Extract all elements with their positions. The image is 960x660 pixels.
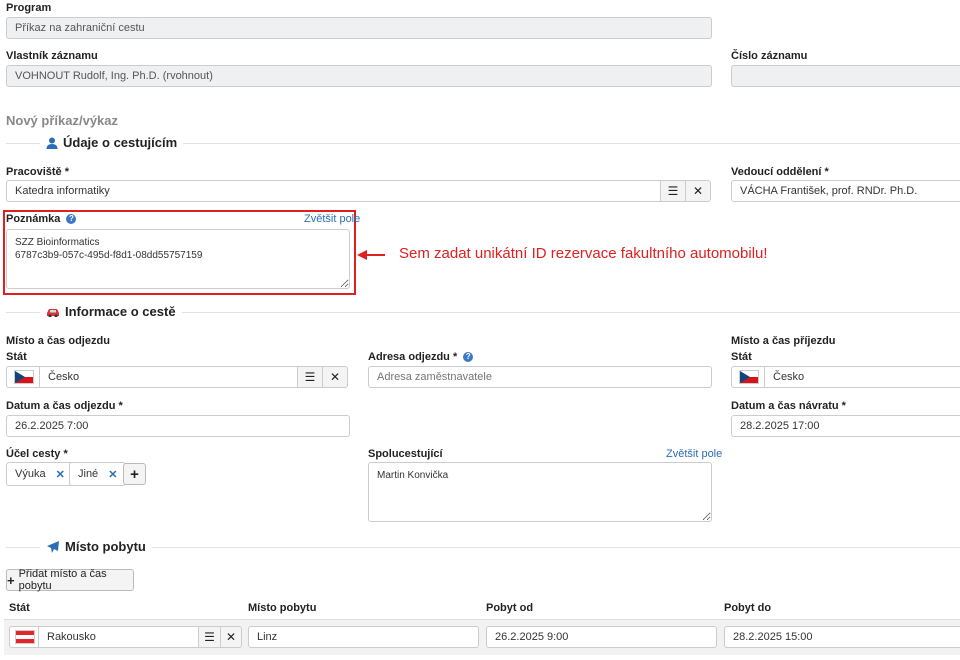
departure-country-field[interactable]: Česko bbox=[39, 366, 298, 388]
plus-icon: + bbox=[7, 572, 15, 588]
column-header: Místo pobytu bbox=[248, 602, 317, 614]
add-stay-button[interactable]: + Přidat místo a čas pobytu bbox=[6, 568, 134, 592]
companions-expand-link[interactable]: Zvětšit pole bbox=[666, 448, 722, 460]
stay-country-list-button[interactable]: ☰ bbox=[198, 626, 221, 648]
close-icon: ✕ bbox=[692, 184, 704, 198]
help-icon[interactable]: ? bbox=[463, 352, 474, 363]
stay-country-clear-button[interactable]: ✕ bbox=[220, 626, 242, 648]
note-textarea[interactable] bbox=[6, 229, 350, 289]
traveler-section-title: Údaje o cestujícím bbox=[40, 135, 184, 150]
owner-field: VOHNOUT Rudolf, Ing. Ph.D. (rvohnout) bbox=[6, 65, 712, 87]
program-label: Program bbox=[6, 2, 52, 14]
list-icon: ☰ bbox=[204, 630, 215, 644]
flag-box bbox=[731, 366, 765, 388]
airplane-icon bbox=[46, 540, 60, 554]
traveler-section-label: Údaje o cestujícím bbox=[63, 135, 178, 150]
department-label: Pracoviště * bbox=[6, 166, 69, 178]
head-field[interactable]: VÁCHA František, prof. RNDr. Ph.D. bbox=[731, 180, 960, 202]
czech-flag-icon bbox=[13, 370, 34, 384]
arrival-datetime-field[interactable]: 28.2.2025 17:00 bbox=[731, 415, 960, 437]
department-list-button[interactable]: ☰ bbox=[660, 180, 686, 202]
stay-section-label: Místo pobytu bbox=[65, 539, 146, 554]
arrival-datetime-label: Datum a čas návratu * bbox=[731, 400, 846, 412]
close-icon: ✕ bbox=[329, 370, 341, 384]
user-icon bbox=[46, 137, 58, 149]
program-field: Příkaz na zahraniční cestu bbox=[6, 17, 712, 39]
column-header: Stát bbox=[9, 602, 30, 614]
record-number-field bbox=[731, 65, 960, 87]
owner-label: Vlastník záznamu bbox=[6, 50, 98, 62]
trip-section-title: Informace o cestě bbox=[40, 304, 182, 319]
list-icon: ☰ bbox=[304, 370, 316, 384]
purpose-tag: Jiné ✕ bbox=[69, 462, 127, 486]
czech-flag-icon bbox=[738, 370, 759, 384]
department-clear-button[interactable]: ✕ bbox=[685, 180, 711, 202]
departure-country-list-button[interactable]: ☰ bbox=[297, 366, 323, 388]
annotation-text: Sem zadat unikátní ID rezervace fakultní… bbox=[399, 245, 768, 262]
stay-place-field[interactable]: Linz bbox=[248, 626, 479, 648]
departure-country-label: Stát bbox=[6, 351, 27, 363]
arrival-country-label: Stát bbox=[731, 351, 752, 363]
departure-datetime-label: Datum a čas odjezdu * bbox=[6, 400, 123, 412]
column-header: Pobyt do bbox=[724, 602, 772, 614]
arrival-group-label: Místo a čas příjezdu bbox=[731, 335, 836, 347]
companions-label: Spolucestující bbox=[368, 448, 443, 460]
car-icon bbox=[46, 307, 60, 317]
stay-country-field[interactable]: Rakousko bbox=[38, 626, 201, 648]
plus-icon: + bbox=[130, 465, 139, 483]
departure-country-clear-button[interactable]: ✕ bbox=[322, 366, 348, 388]
note-label: Poznámka? bbox=[6, 213, 77, 225]
departure-datetime-field[interactable]: 26.2.2025 7:00 bbox=[6, 415, 350, 437]
arrival-country-field[interactable]: Česko bbox=[764, 366, 960, 388]
remove-tag-icon[interactable]: ✕ bbox=[56, 468, 65, 481]
help-icon[interactable]: ? bbox=[66, 214, 77, 225]
column-header: Pobyt od bbox=[486, 602, 534, 614]
departure-address-label: Adresa odjezdu *? bbox=[368, 351, 474, 363]
new-order-heading: Nový příkaz/výkaz bbox=[6, 113, 119, 128]
add-purpose-button[interactable]: + bbox=[123, 463, 146, 485]
departure-group-label: Místo a čas odjezdu bbox=[6, 335, 110, 347]
flag-box bbox=[6, 366, 40, 388]
add-stay-label: Přidat místo a čas pobytu bbox=[18, 568, 107, 592]
purpose-label: Účel cesty * bbox=[6, 448, 68, 460]
companions-textarea[interactable] bbox=[368, 462, 712, 522]
close-icon: ✕ bbox=[225, 630, 237, 644]
purpose-tag: Výuka ✕ bbox=[6, 462, 74, 486]
head-label: Vedoucí oddělení * bbox=[731, 166, 829, 178]
note-expand-link[interactable]: Zvětšit pole bbox=[304, 213, 360, 225]
departure-address-input[interactable] bbox=[368, 366, 712, 388]
flag-box bbox=[9, 626, 39, 648]
stay-from-field[interactable]: 26.2.2025 9:00 bbox=[486, 626, 717, 648]
list-icon: ☰ bbox=[667, 184, 679, 198]
stay-to-field[interactable]: 28.2.2025 15:00 bbox=[724, 626, 960, 648]
austrian-flag-icon bbox=[14, 630, 35, 644]
arrow-icon bbox=[357, 248, 387, 265]
remove-tag-icon[interactable]: ✕ bbox=[108, 468, 117, 481]
record-number-label: Číslo záznamu bbox=[731, 50, 808, 62]
trip-section-label: Informace o cestě bbox=[65, 304, 176, 319]
department-field[interactable]: Katedra informatiky bbox=[6, 180, 661, 202]
stay-section-title: Místo pobytu bbox=[40, 539, 152, 554]
